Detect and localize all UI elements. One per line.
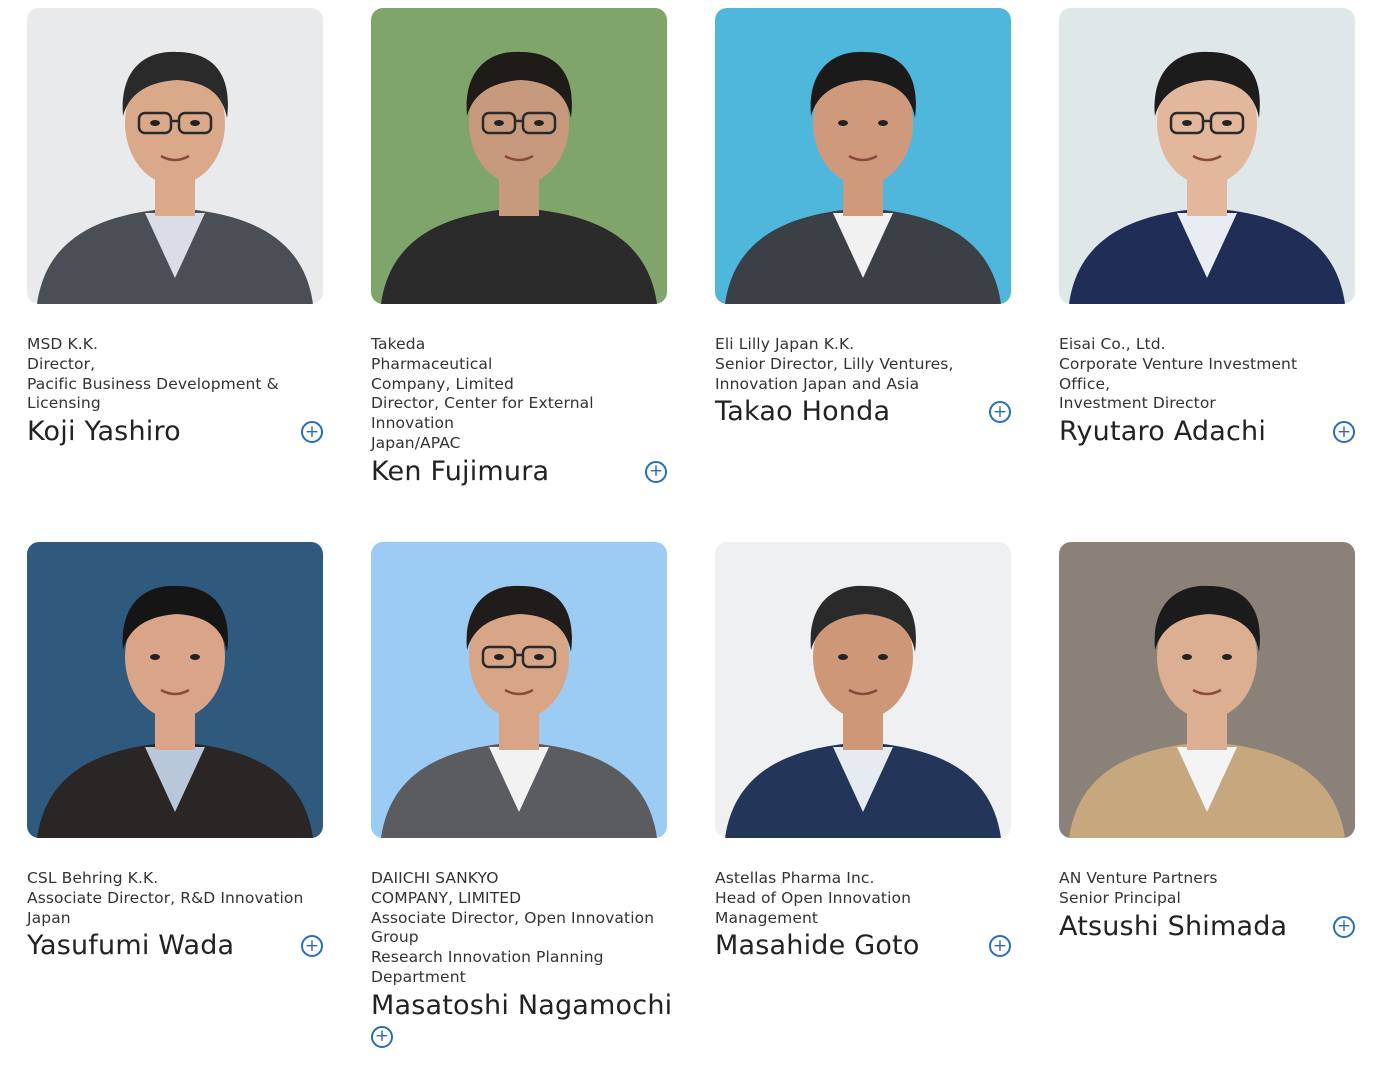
speaker-affiliation-line: Senior Director, Lilly Ventures, [715, 354, 954, 373]
speaker-info: CSL Behring K.K. Associate Director, R&D … [27, 869, 323, 964]
speaker-card: CSL Behring K.K. Associate Director, R&D … [27, 542, 323, 1066]
speaker-info: Eli Lilly Japan K.K. Senior Director, Lil… [715, 335, 1011, 430]
plus-circle-icon[interactable]: + [371, 1025, 393, 1048]
speaker-grid: MSD K.K. Director, Pacific Business Develo… [27, 8, 1355, 1066]
speaker-affiliation-line: DAIICHI SANKYO [371, 869, 499, 887]
speaker-name-row: Takao Honda + [715, 394, 1011, 430]
speaker-photo [1059, 8, 1355, 304]
speaker-affiliation-line: Head of Open Innovation [715, 888, 912, 907]
portrait-illustration [715, 8, 1011, 304]
speaker-card: Eli Lilly Japan K.K. Senior Director, Lil… [715, 8, 1011, 542]
speaker-affiliation-line: Senior Principal [1059, 888, 1181, 907]
portrait-illustration [27, 542, 323, 838]
speaker-affiliation-line: Takeda [371, 335, 426, 353]
portrait-illustration [715, 542, 1011, 838]
speaker-info: DAIICHI SANKYO COMPANY, LIMITED Associate … [371, 869, 673, 1048]
speaker-affiliation-line: Japan [27, 908, 71, 927]
speaker-affiliation-line: Director, [27, 354, 96, 373]
plus-circle-icon[interactable]: + [301, 935, 323, 958]
speaker-affiliation-line: Eisai Co., Ltd. [1059, 335, 1166, 353]
plus-circle-icon[interactable]: + [301, 421, 323, 444]
speaker-info: MSD K.K. Director, Pacific Business Develo… [27, 335, 323, 450]
speaker-affiliation-line: Associate Director, R&D Innovation [27, 888, 304, 907]
speaker-affiliation-line: Innovation Japan and Asia [715, 374, 920, 393]
speaker-affiliation-line: Investment Director [1059, 394, 1216, 413]
speaker-info: Takeda Pharmaceutical Company, Limited Dire… [371, 335, 667, 490]
speaker-affiliation-line: Japan/APAC [371, 433, 461, 452]
speaker-name: Yasufumi Wada [27, 930, 235, 962]
plus-circle-icon[interactable]: + [645, 460, 667, 483]
speaker-name-row: Ryutaro Adachi + [1059, 414, 1355, 450]
speaker-affiliation-line: Innovation [371, 414, 455, 433]
speaker-name-row: Koji Yashiro + [27, 414, 323, 450]
speaker-photo [371, 8, 667, 304]
speaker-affiliation-line: Astellas Pharma Inc. [715, 869, 875, 887]
speaker-name: Masahide Goto [715, 930, 920, 962]
speaker-name-row: Ken Fujimura + [371, 454, 667, 490]
speaker-photo [27, 8, 323, 304]
portrait-illustration [1059, 8, 1355, 304]
speaker-affiliation-line: Licensing [27, 394, 101, 413]
speaker-affiliation-line: Research Innovation Planning [371, 948, 604, 967]
speaker-name: Ken Fujimura [371, 455, 550, 487]
speaker-card: DAIICHI SANKYO COMPANY, LIMITED Associate … [371, 542, 673, 1066]
speaker-affiliation-line: MSD K.K. [27, 335, 99, 353]
plus-circle-icon[interactable]: + [989, 935, 1011, 958]
speaker-photo [715, 8, 1011, 304]
speaker-affiliation-line: AN Venture Partners [1059, 869, 1218, 887]
speaker-affiliation-line: Director, Center for External [371, 394, 594, 413]
speaker-affiliation-line: Group [371, 928, 419, 947]
speaker-affiliation-line: COMPANY, LIMITED [371, 888, 522, 907]
speaker-affiliation-line: Pacific Business Development & [27, 374, 279, 393]
speaker-affiliation-line: Associate Director, Open Innovation [371, 908, 655, 927]
speaker-name-row: Yasufumi Wada + [27, 928, 323, 964]
portrait-illustration [371, 542, 667, 838]
speaker-info: Eisai Co., Ltd. Corporate Venture Investm… [1059, 335, 1355, 450]
speaker-name-row: Atsushi Shimada + [1059, 909, 1355, 945]
speaker-name-row: Masahide Goto + [715, 928, 1011, 964]
speaker-affiliation-line: CSL Behring K.K. [27, 869, 159, 887]
speaker-photo [27, 542, 323, 838]
speaker-card: MSD K.K. Director, Pacific Business Develo… [27, 8, 323, 542]
plus-circle-icon[interactable]: + [989, 401, 1011, 424]
speaker-affiliation-line: Pharmaceutical [371, 354, 493, 373]
speaker-card: Takeda Pharmaceutical Company, Limited Dire… [371, 8, 667, 542]
plus-circle-icon[interactable]: + [1333, 421, 1355, 444]
speaker-name: Masatoshi Nagamochi [371, 989, 673, 1021]
speaker-name: Takao Honda [715, 396, 891, 428]
portrait-illustration [1059, 542, 1355, 838]
speaker-affiliation-line: Eli Lilly Japan K.K. [715, 335, 855, 353]
speaker-affiliation-line: Corporate Venture Investment [1059, 354, 1298, 373]
speaker-photo [715, 542, 1011, 838]
speaker-card: AN Venture Partners Senior Principal Atsus… [1059, 542, 1355, 1066]
portrait-illustration [371, 8, 667, 304]
speaker-photo [1059, 542, 1355, 838]
speaker-affiliation-line: Company, Limited [371, 374, 514, 393]
portrait-illustration [27, 8, 323, 304]
speaker-card: Astellas Pharma Inc. Head of Open Innovat… [715, 542, 1011, 1066]
plus-circle-icon[interactable]: + [1333, 915, 1355, 938]
speaker-affiliation-line: Management [715, 908, 819, 927]
speaker-card: Eisai Co., Ltd. Corporate Venture Investm… [1059, 8, 1355, 542]
speaker-name: Atsushi Shimada [1059, 910, 1288, 942]
speaker-name: Ryutaro Adachi [1059, 416, 1267, 448]
speaker-name-row: Masatoshi Nagamochi + [371, 988, 673, 1048]
speaker-affiliation-line: Department [371, 967, 466, 986]
speaker-info: Astellas Pharma Inc. Head of Open Innovat… [715, 869, 1011, 964]
speaker-affiliation-line: Office, [1059, 374, 1111, 393]
speaker-photo [371, 542, 667, 838]
speaker-info: AN Venture Partners Senior Principal Atsus… [1059, 869, 1355, 945]
speaker-name: Koji Yashiro [27, 416, 181, 448]
